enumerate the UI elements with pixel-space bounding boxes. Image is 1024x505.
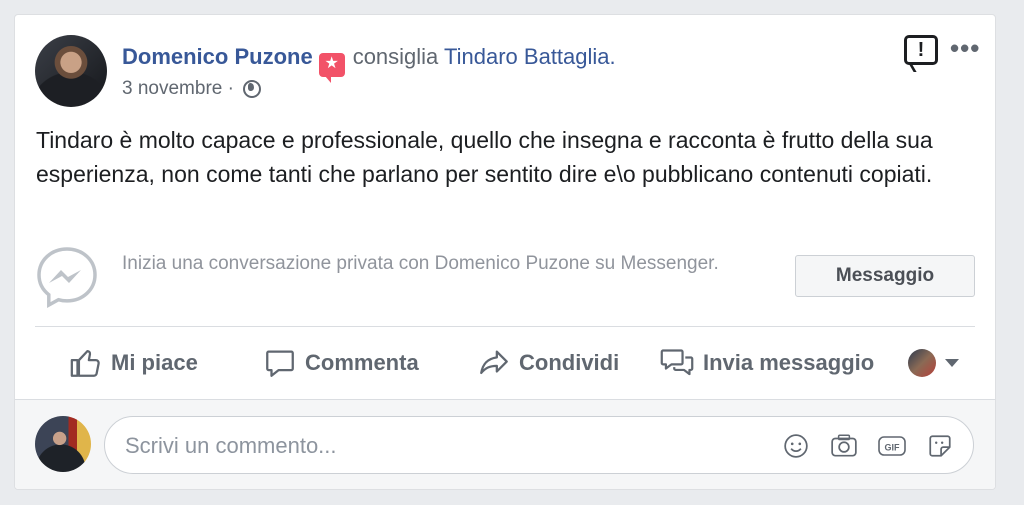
comment-input-box[interactable]: GIF — [104, 416, 974, 474]
author-name-link[interactable]: Domenico Puzone — [122, 44, 313, 69]
post-meta: 3 novembre · — [122, 77, 262, 101]
sticker-icon[interactable] — [925, 431, 955, 461]
post-header: Domenico Puzone ★ consiglia Tindaro Battag… — [122, 43, 616, 83]
send-message-icon — [660, 349, 694, 376]
report-icon[interactable]: ! — [904, 35, 938, 65]
post-as-avatar[interactable] — [908, 349, 936, 377]
author-avatar[interactable] — [35, 35, 107, 107]
post-date[interactable]: 3 novembre — [122, 78, 222, 99]
share-icon — [480, 350, 508, 375]
recommendation-badge-icon: ★ — [318, 53, 345, 83]
like-button[interactable]: Mi piace — [69, 341, 198, 385]
message-button[interactable]: Messaggio — [795, 255, 975, 297]
send-message-button[interactable]: Invia messaggio — [659, 341, 874, 385]
comment-tools: GIF — [781, 431, 955, 461]
like-icon — [70, 349, 100, 377]
recommend-verb: consiglia — [352, 44, 439, 69]
divider — [35, 326, 975, 327]
comment-input[interactable] — [123, 431, 727, 461]
like-label: Mi piace — [111, 350, 198, 375]
messenger-prompt: Inizia una conversazione privata con Dom… — [122, 253, 719, 274]
share-button[interactable]: Condividi — [477, 341, 619, 385]
comment-composer: GIF — [15, 399, 995, 489]
emoji-icon[interactable] — [781, 431, 811, 461]
chevron-down-icon[interactable] — [945, 359, 959, 367]
camera-icon[interactable] — [829, 431, 859, 461]
messenger-icon — [37, 247, 97, 308]
gif-icon[interactable]: GIF — [877, 431, 907, 461]
svg-text:GIF: GIF — [885, 443, 901, 453]
comment-button[interactable]: Commenta — [263, 341, 419, 385]
post-body: Tindaro è molto capace e professionale, … — [36, 127, 933, 187]
recommendation-post-card: Domenico Puzone ★ consiglia Tindaro Battag… — [14, 14, 996, 490]
comment-icon — [266, 350, 294, 377]
current-user-avatar — [35, 416, 91, 472]
meta-separator: · — [227, 78, 234, 99]
globe-icon[interactable] — [243, 80, 262, 98]
share-label: Condividi — [519, 350, 620, 375]
recommended-page-link[interactable]: Tindaro Battaglia. — [444, 44, 616, 69]
action-bar: Mi piace Commenta Condividi Invia messag… — [35, 341, 975, 385]
more-options-icon[interactable]: ••• — [950, 33, 980, 64]
comment-label: Commenta — [305, 350, 419, 375]
send-message-label: Invia messaggio — [703, 350, 875, 375]
